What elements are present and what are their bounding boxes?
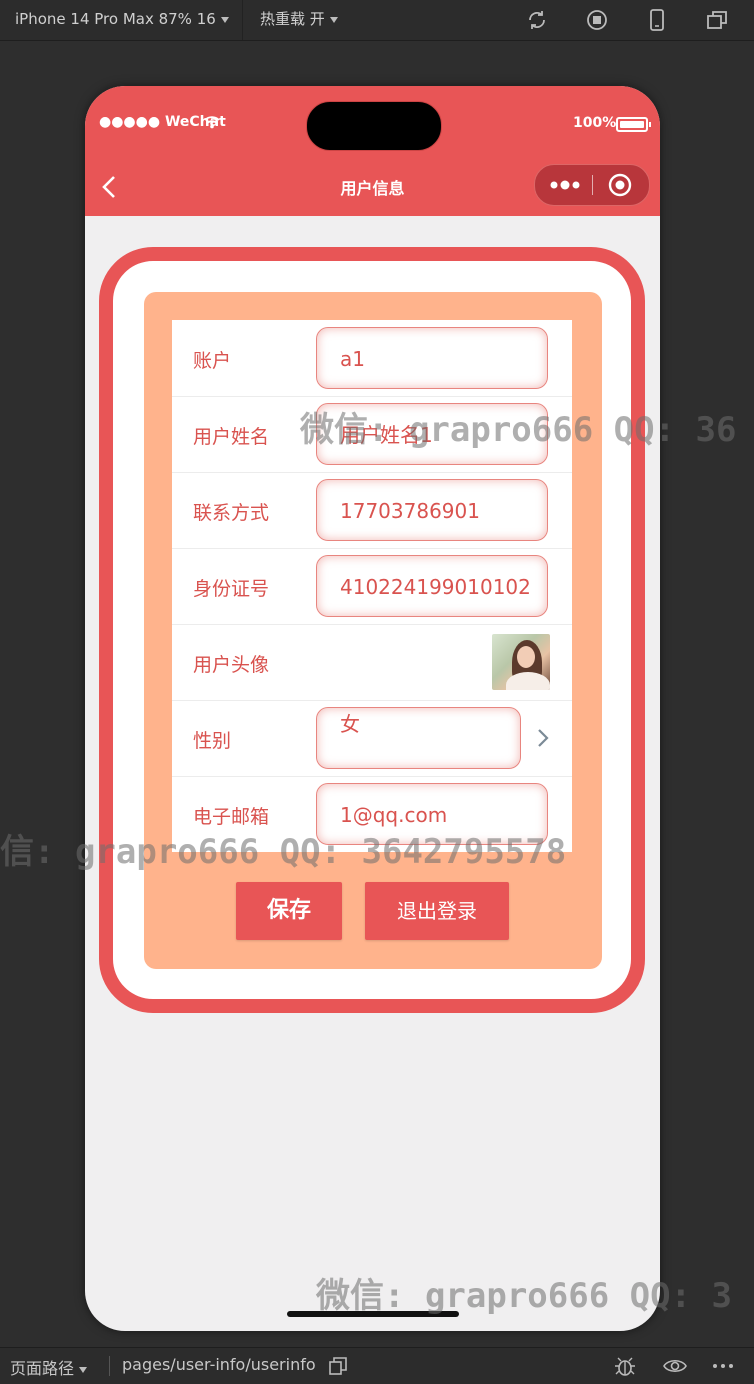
avatar-image[interactable] [492,634,550,690]
battery-icon [616,117,651,132]
hot-reload-label: 热重载 开 [260,10,325,28]
row-email: 电子邮箱 1@qq.com [172,776,572,852]
account-label: 账户 [193,350,232,372]
device-selector[interactable]: iPhone 14 Pro Max 87% 16 [15,0,229,40]
row-gender: 性别 女 [172,700,572,777]
chevron-down-icon [220,16,229,23]
logout-button[interactable]: 退出登录 [365,882,509,940]
row-avatar: 用户头像 [172,624,572,701]
chevron-down-icon [329,16,338,23]
chevron-right-icon[interactable] [534,727,552,749]
email-field[interactable]: 1@qq.com [316,783,548,845]
more-options-icon[interactable] [712,1363,734,1369]
copy-icon[interactable] [329,1357,347,1375]
phone-label: 联系方式 [193,502,270,524]
ide-status-bar: 页面路径 pages/user-info/userinfo [0,1347,754,1384]
refresh-icon[interactable] [526,9,548,31]
phone-field[interactable]: 17703786901 [316,479,548,541]
window-icon[interactable] [706,9,728,31]
device-label: iPhone 14 Pro Max 87% 16 [15,10,216,28]
bug-icon[interactable] [614,1355,636,1377]
hot-reload-toggle[interactable]: 热重载 开 [260,0,338,40]
row-phone: 联系方式 17703786901 [172,472,572,549]
gender-label: 性别 [193,730,232,752]
close-capsule-icon[interactable] [608,173,632,197]
avatar-label: 用户头像 [193,654,270,676]
chevron-down-icon [79,1366,88,1373]
more-icon[interactable] [549,179,581,191]
path-label: 页面路径 [10,1359,75,1378]
name-label: 用户姓名 [193,426,270,448]
email-label: 电子邮箱 [193,806,270,828]
id-card-field[interactable]: 410224199010102 [316,555,548,617]
row-name: 用户姓名 用户姓名1 [172,396,572,473]
ide-toolbar: iPhone 14 Pro Max 87% 16 热重载 开 [0,0,754,41]
id-card-label: 身份证号 [193,578,270,600]
user-info-form: 账户 a1 用户姓名 用户姓名1 联系方式 17703786901 身份证号 4… [172,320,572,852]
status-bar: ●●●●● WeChat 100% [85,86,660,158]
page-path: pages/user-info/userinfo [122,1355,316,1374]
battery-percentage: 100% [573,115,617,131]
path-selector[interactable]: 页面路径 [10,1355,88,1379]
dynamic-island [306,101,442,151]
eye-icon[interactable] [663,1356,687,1376]
account-field[interactable]: a1 [316,327,548,389]
mini-program-capsule [534,164,650,206]
name-field[interactable]: 用户姓名1 [316,403,548,465]
phone-preview-icon[interactable] [646,9,668,31]
stop-icon[interactable] [586,9,608,31]
gender-picker[interactable]: 女 [316,707,521,769]
navigation-bar: 用户信息 [85,158,660,216]
save-button[interactable]: 保存 [236,882,342,940]
wifi-icon [204,116,220,129]
row-id-card: 身份证号 410224199010102 [172,548,572,625]
home-indicator [287,1311,459,1317]
row-account: 账户 a1 [172,320,572,397]
